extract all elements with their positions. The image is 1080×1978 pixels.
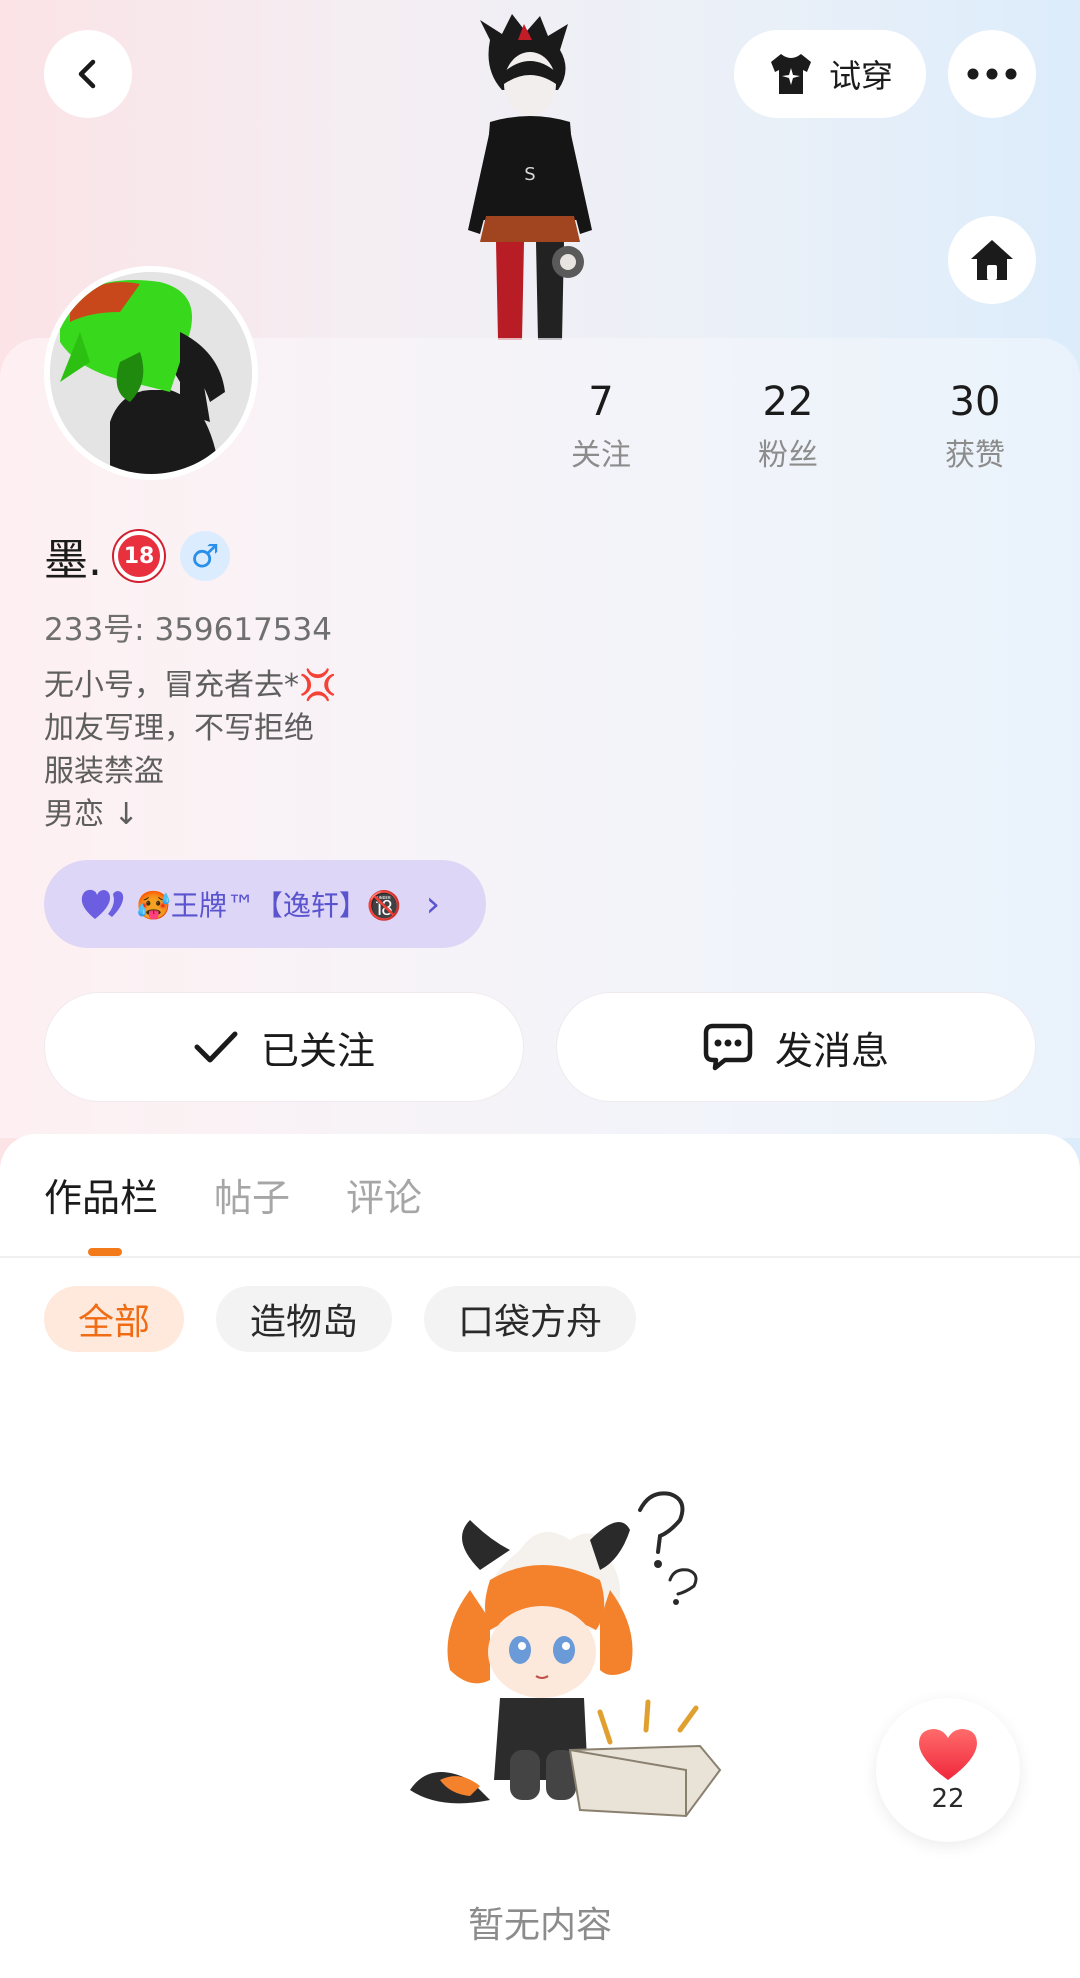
back-button[interactable] xyxy=(44,30,132,118)
relationship-chip[interactable]: 🥵王牌™【逸轩】🔞 › xyxy=(44,860,486,948)
bio-line: 服装禁盗 xyxy=(44,754,164,789)
bio-line: 无小号，冒充者去*💢 xyxy=(44,668,337,703)
filter-pocket-ark[interactable]: 口袋方舟 xyxy=(424,1286,637,1352)
bio: 无小号，冒充者去*💢 加友写理，不写拒绝 服装禁盗 男恋 ↓ xyxy=(44,664,336,836)
stat-followers-value: 22 xyxy=(762,379,814,425)
avatar-3d-figure[interactable]: S xyxy=(440,10,620,340)
stat-following-value: 7 xyxy=(588,379,614,425)
message-label: 发消息 xyxy=(774,1028,889,1073)
username: 墨. xyxy=(44,535,102,586)
chevron-right-icon: › xyxy=(425,883,441,925)
filter-all[interactable]: 全部 xyxy=(44,1286,185,1352)
svg-text:S: S xyxy=(524,164,535,185)
male-gender-icon: ♂ xyxy=(180,531,230,581)
more-horizontal-icon xyxy=(967,68,1017,80)
user-id[interactable]: 233号: 359617534 xyxy=(44,604,332,649)
tab-comments[interactable]: 评论 xyxy=(346,1170,422,1226)
filter-creation-island[interactable]: 造物岛 xyxy=(216,1286,393,1352)
heart-icon xyxy=(919,1729,977,1780)
check-icon xyxy=(194,1031,238,1063)
follow-button[interactable]: 已关注 xyxy=(44,992,524,1102)
double-heart-icon xyxy=(81,889,124,919)
home-icon xyxy=(971,240,1013,280)
message-button[interactable]: 发消息 xyxy=(556,992,1036,1102)
bio-line: 男恋 ↓ xyxy=(44,797,139,832)
empty-state-text: 暂无内容 xyxy=(467,1905,612,1946)
stat-followers-label: 粉丝 xyxy=(758,438,818,473)
tabs-divider xyxy=(0,1256,1080,1258)
filter-chips: 全部 造物岛 口袋方舟 xyxy=(44,1286,637,1352)
bio-line: 加友写理，不写拒绝 xyxy=(44,711,314,746)
stat-likes-value: 30 xyxy=(949,379,1001,425)
home-button[interactable] xyxy=(948,216,1036,304)
follow-label: 已关注 xyxy=(260,1028,375,1073)
chat-bubble-icon xyxy=(703,1023,753,1071)
stat-likes[interactable]: 30 获赞 xyxy=(895,374,1055,478)
chevron-left-icon xyxy=(78,59,96,89)
more-options-button[interactable] xyxy=(948,30,1036,118)
stat-followers[interactable]: 22 粉丝 xyxy=(708,374,868,478)
stat-following[interactable]: 7 关注 xyxy=(521,374,681,478)
empty-state-illustration xyxy=(410,1491,722,1818)
avatar-image xyxy=(50,272,252,474)
relationship-label: 🥵王牌™【逸轩】🔞 xyxy=(136,889,402,922)
stat-following-label: 关注 xyxy=(571,438,631,473)
tshirt-icon xyxy=(770,54,811,94)
profile-avatar[interactable] xyxy=(44,266,258,480)
name-row: 墨. 18 ♂ xyxy=(44,528,230,586)
tab-posts[interactable]: 帖子 xyxy=(214,1170,290,1226)
like-count: 22 xyxy=(931,1784,965,1814)
content-tabs: 作品栏 帖子 评论 xyxy=(44,1170,422,1226)
tab-works[interactable]: 作品栏 xyxy=(44,1170,158,1226)
try-on-label: 试穿 xyxy=(828,57,893,95)
try-on-button[interactable]: 试穿 xyxy=(734,30,926,118)
active-tab-indicator xyxy=(88,1248,122,1256)
stat-likes-label: 获赞 xyxy=(945,438,1005,473)
age-18-badge: 18 xyxy=(114,531,164,581)
like-button[interactable]: 22 xyxy=(876,1698,1020,1842)
